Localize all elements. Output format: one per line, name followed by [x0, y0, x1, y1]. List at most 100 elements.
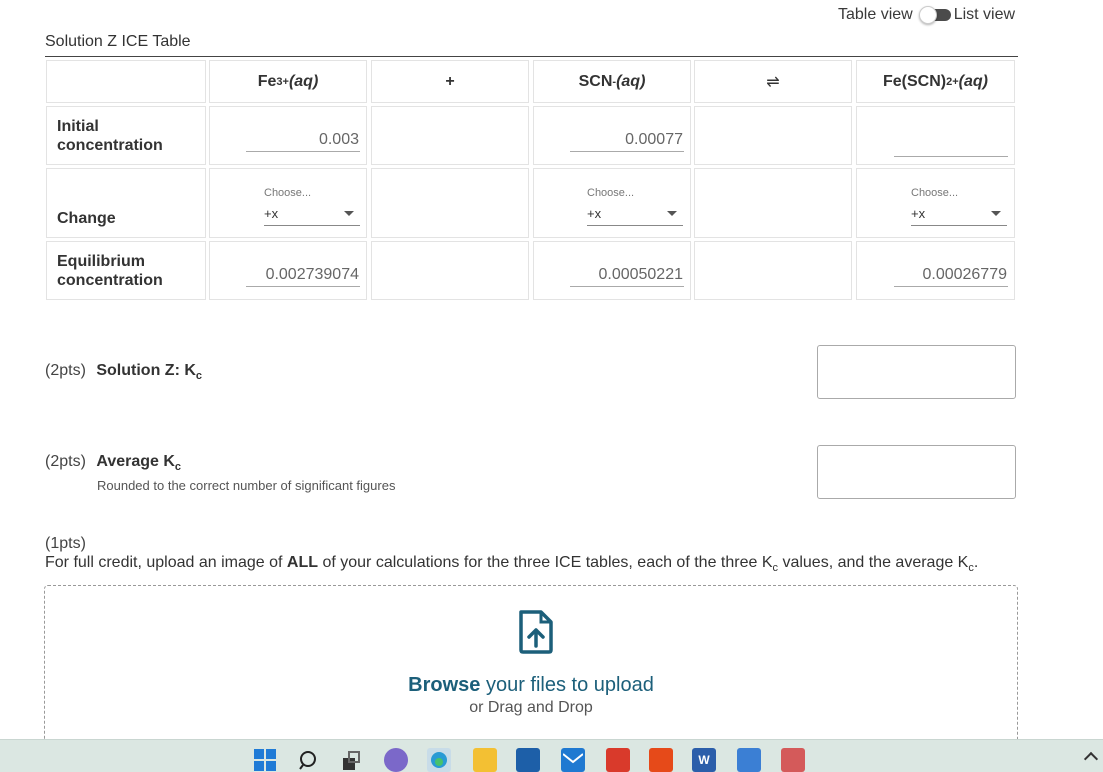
chevron-up-icon[interactable] [1083, 751, 1099, 767]
select-placeholder: Choose... [587, 187, 635, 199]
initial-scn-cell [533, 106, 691, 165]
chevron-down-icon [667, 211, 677, 216]
row-label-initial: Initial concentration [46, 106, 206, 165]
initial-arrow-cell [694, 106, 852, 165]
title-divider [45, 56, 1018, 57]
initial-fe-input[interactable] [246, 130, 360, 152]
chat-icon[interactable] [384, 748, 408, 772]
upload-question-text: For full credit, upload an image of ALL … [45, 554, 979, 574]
table-view-label[interactable]: Table view [838, 6, 913, 24]
question-subtitle: Rounded to the correct number of signifi… [97, 478, 396, 493]
chevron-down-icon [991, 211, 1001, 216]
question-average-kc: (2pts) Average Kc [45, 453, 182, 473]
search-icon[interactable] [297, 748, 321, 772]
select-value: +x [264, 206, 279, 221]
scn-symbol: SCN [578, 72, 613, 90]
equilibrium-plus-cell [371, 241, 529, 300]
fescn-symbol: Fe(SCN) [883, 72, 947, 90]
select-value: +x [587, 206, 602, 221]
word-icon[interactable]: W [692, 748, 716, 772]
change-fescn-select[interactable]: Choose... +x [911, 183, 1007, 226]
edge-browser-icon[interactable] [427, 748, 451, 772]
fescn-charge: 2+ [946, 75, 959, 88]
equilibrium-arrow-cell [694, 241, 852, 300]
view-toggle: Table view List view [838, 6, 1015, 24]
header-scn: SCN - (aq) [533, 60, 691, 103]
row-label-change: Change [46, 168, 206, 238]
subscript-c: c [195, 370, 203, 382]
question-title-text: Solution Z: K [96, 362, 196, 379]
header-empty-cell [46, 60, 206, 103]
q3-text-bold: ALL [286, 554, 319, 571]
browse-word: Browse [408, 674, 481, 696]
select-value: +x [911, 206, 926, 221]
start-windows-icon[interactable] [253, 748, 277, 772]
header-plus: + [371, 60, 529, 103]
initial-fescn-cell [856, 106, 1015, 165]
fescn-state: (aq) [958, 72, 988, 90]
header-equilibrium-arrow: ⇌ [694, 60, 852, 103]
question-points: (2pts) [45, 362, 86, 379]
change-scn-cell: Choose... +x [533, 168, 691, 238]
initial-plus-cell [371, 106, 529, 165]
notepad-icon[interactable] [737, 748, 761, 772]
task-view-icon[interactable] [339, 748, 363, 772]
row-label-equilibrium: Equilibrium concentration [46, 241, 206, 300]
select-placeholder: Choose... [911, 187, 959, 199]
change-fe-cell: Choose... +x [209, 168, 367, 238]
windows-taskbar: W [0, 739, 1103, 772]
toggle-knob [918, 6, 937, 24]
store-icon[interactable] [516, 748, 540, 772]
snipping-tool-icon[interactable] [781, 748, 805, 772]
mail-icon[interactable] [561, 748, 585, 772]
q3-text-c: values, and the average K [778, 554, 969, 571]
upload-question-points: (1pts) [45, 535, 86, 552]
kc-solution-z-answer[interactable] [817, 345, 1016, 399]
drag-drop-hint: or Drag and Drop [469, 699, 593, 716]
question-title-text: Average K [96, 453, 175, 470]
equilibrium-scn-cell [533, 241, 691, 300]
average-kc-answer[interactable] [817, 445, 1016, 499]
view-toggle-switch[interactable] [918, 6, 951, 24]
header-fe3: Fe 3+ (aq) [209, 60, 367, 103]
q3-text-b: of your calculations for the three ICE t… [318, 554, 773, 571]
equilibrium-fescn-cell [856, 241, 1015, 300]
upload-file-icon [519, 610, 553, 654]
equilibrium-fescn-input[interactable] [894, 265, 1008, 287]
chevron-down-icon [344, 211, 354, 216]
browse-files-link[interactable]: Browse your files to upload [45, 674, 1017, 697]
scn-state: (aq) [616, 72, 646, 90]
subscript-c: c [174, 461, 182, 473]
initial-fe-cell [209, 106, 367, 165]
pdf-reader-icon[interactable] [606, 748, 630, 772]
initial-scn-input[interactable] [570, 130, 684, 152]
subscript-c: c [968, 562, 974, 574]
office-icon[interactable] [649, 748, 673, 772]
equilibrium-fe-cell [209, 241, 367, 300]
fe-symbol: Fe [257, 72, 277, 90]
list-view-label[interactable]: List view [954, 6, 1015, 24]
equilibrium-scn-input[interactable] [570, 265, 684, 287]
change-fescn-cell: Choose... +x [856, 168, 1015, 238]
file-upload-dropzone[interactable]: Browse your files to upload or Drag and … [44, 585, 1018, 755]
ice-table-title: Solution Z ICE Table [45, 33, 191, 50]
fe-state: (aq) [288, 72, 319, 90]
change-arrow-cell [694, 168, 852, 238]
question-points: (2pts) [45, 453, 86, 470]
browse-rest: your files to upload [480, 674, 654, 696]
subscript-c: c [772, 562, 779, 574]
select-placeholder: Choose... [264, 187, 312, 199]
change-fe-select[interactable]: Choose... +x [264, 183, 360, 226]
q3-text-d: . [973, 554, 979, 571]
change-plus-cell [371, 168, 529, 238]
change-scn-select[interactable]: Choose... +x [587, 183, 683, 226]
file-explorer-icon[interactable] [473, 748, 497, 772]
question-kc-solution-z: (2pts) Solution Z: Kc [45, 362, 203, 382]
equilibrium-fe-input[interactable] [246, 265, 360, 287]
header-fescn: Fe(SCN) 2+ (aq) [856, 60, 1015, 103]
question-title: Average Kc [96, 453, 182, 473]
initial-fescn-input[interactable] [894, 135, 1008, 157]
fe-charge: 3+ [276, 75, 289, 88]
q3-text-a: For full credit, upload an image of [45, 554, 287, 571]
question-title: Solution Z: Kc [96, 362, 203, 382]
